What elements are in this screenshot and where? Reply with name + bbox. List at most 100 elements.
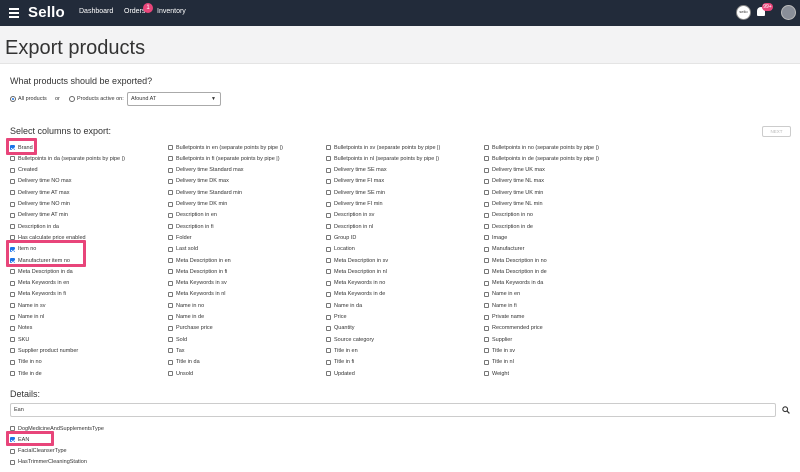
checkbox-item[interactable]: Title in en (326, 346, 358, 355)
checkbox-item[interactable]: Meta Description in en (168, 256, 231, 265)
checkbox[interactable] (326, 201, 331, 207)
checkbox[interactable] (326, 359, 331, 365)
checkbox-item[interactable]: Delivery time FI max (326, 177, 384, 186)
checkbox[interactable] (168, 314, 173, 320)
checkbox-item[interactable]: Supplier product number (10, 346, 78, 355)
checkbox-item[interactable]: Bulletpoints in no (separate points by p… (484, 143, 599, 152)
checkbox[interactable] (484, 337, 489, 343)
checkbox-item[interactable]: Delivery time SE max (326, 166, 387, 175)
checkbox-item[interactable]: SKU (10, 335, 29, 344)
checkbox-item[interactable]: Meta Description in da (10, 267, 73, 276)
checkbox[interactable] (168, 280, 173, 286)
checkbox-item[interactable]: Name in en (484, 290, 520, 299)
checkbox-item[interactable]: Source category (326, 335, 374, 344)
checkbox[interactable] (10, 212, 15, 218)
checkbox-item[interactable]: Bulletpoints in sv (separate points by p… (326, 143, 440, 152)
checkbox-item[interactable]: Description in nl (326, 222, 373, 231)
checkbox[interactable] (484, 303, 489, 309)
checkbox[interactable] (484, 314, 489, 320)
checkbox[interactable] (484, 291, 489, 297)
checkbox-item[interactable]: Purchase price (168, 324, 213, 333)
checkbox[interactable] (168, 291, 173, 297)
radio-products-active[interactable]: Products active on: (69, 96, 124, 102)
checkbox[interactable] (484, 371, 489, 376)
checkbox-item[interactable]: Delivery time Standard min (168, 188, 242, 197)
radio-button[interactable] (10, 96, 16, 102)
checkbox[interactable] (10, 371, 15, 376)
checkbox-item[interactable]: Weight (484, 369, 509, 378)
checkbox-item[interactable]: Updated (326, 369, 355, 378)
checkbox[interactable] (484, 224, 489, 230)
checkbox-item[interactable]: Description in sv (326, 211, 374, 220)
menu-icon[interactable] (9, 8, 19, 18)
checkbox[interactable] (10, 448, 15, 454)
checkbox[interactable] (10, 359, 15, 365)
checkbox-item[interactable]: Delivery time NL max (484, 177, 544, 186)
marketplace-select[interactable]: Afound AT ▼ (127, 92, 221, 106)
checkbox-item[interactable]: Bulletpoints in fi (separate points by p… (168, 154, 280, 163)
checkbox-item[interactable]: Location (326, 245, 355, 254)
checkbox[interactable] (168, 190, 173, 196)
checkbox[interactable] (168, 212, 173, 218)
checkbox[interactable] (10, 178, 15, 184)
checkbox[interactable] (168, 348, 173, 354)
checkbox[interactable] (168, 359, 173, 365)
checkbox[interactable] (326, 325, 331, 331)
checkbox-item[interactable]: Description in no (484, 211, 533, 220)
checkbox-item[interactable]: Meta Description in sv (326, 256, 388, 265)
checkbox[interactable] (10, 348, 15, 354)
checkbox-item[interactable]: Bulletpoints in en (separate points by p… (168, 143, 283, 152)
checkbox-item[interactable]: Unsold (168, 369, 193, 378)
checkbox[interactable] (168, 269, 173, 275)
checkbox[interactable] (168, 167, 173, 173)
checkbox[interactable] (10, 459, 15, 465)
checkbox[interactable] (168, 303, 173, 309)
checkbox-item[interactable]: Bulletpoints in nl (separate points by p… (326, 154, 439, 163)
checkbox-item[interactable]: Name in sv (10, 301, 46, 310)
checkbox-item[interactable]: Delivery time SE min (326, 188, 385, 197)
checkbox-item[interactable]: Bulletpoints in da (separate points by p… (10, 154, 125, 163)
checkbox[interactable] (10, 269, 15, 275)
checkbox-item[interactable]: Recommended price (484, 324, 543, 333)
radio-all-products[interactable]: All products (10, 96, 47, 102)
checkbox[interactable] (484, 212, 489, 218)
checkbox-item[interactable]: Name in fi (484, 301, 517, 310)
checkbox[interactable] (168, 178, 173, 184)
checkbox-item[interactable]: Group ID (326, 233, 356, 242)
checkbox[interactable] (10, 201, 15, 207)
checkbox[interactable] (168, 201, 173, 207)
checkbox-item[interactable]: Tax (168, 346, 185, 355)
checkbox[interactable] (326, 280, 331, 286)
nav-inventory[interactable]: Inventory (157, 8, 186, 15)
checkbox[interactable] (168, 246, 173, 252)
search-icon[interactable] (782, 406, 790, 414)
user-avatar[interactable] (781, 5, 796, 20)
checkbox[interactable] (10, 303, 15, 309)
checkbox[interactable] (168, 325, 173, 331)
checkbox-item[interactable]: Meta Keywords in nl (168, 290, 226, 299)
checkbox[interactable] (326, 145, 331, 150)
checkbox[interactable] (484, 258, 489, 263)
checkbox[interactable] (168, 156, 173, 162)
checkbox[interactable] (10, 337, 15, 343)
checkbox[interactable] (326, 178, 331, 184)
checkbox-item[interactable]: Image (484, 233, 507, 242)
checkbox-item[interactable]: Supplier (484, 335, 512, 344)
radio-button[interactable] (69, 96, 75, 102)
details-search-input[interactable]: Ean (10, 403, 776, 417)
checkbox-item[interactable]: Meta Keywords in fi (10, 290, 66, 299)
nav-dashboard[interactable]: Dashboard (79, 8, 113, 15)
next-button[interactable]: NEXT (762, 126, 791, 137)
checkbox-item[interactable]: Title in da (168, 358, 200, 367)
checkbox-item[interactable]: Created (10, 166, 38, 175)
checkbox-item[interactable]: Meta Description in de (484, 267, 547, 276)
checkbox[interactable] (168, 145, 173, 150)
checkbox[interactable] (484, 235, 489, 241)
checkbox-item[interactable]: Meta Description in fi (168, 267, 227, 276)
checkbox[interactable] (326, 212, 331, 218)
checkbox[interactable] (326, 314, 331, 320)
checkbox-item[interactable]: Meta Keywords in no (326, 279, 385, 288)
checkbox[interactable] (484, 269, 489, 275)
checkbox[interactable] (10, 291, 15, 297)
checkbox-item[interactable]: Delivery time UK max (484, 166, 545, 175)
